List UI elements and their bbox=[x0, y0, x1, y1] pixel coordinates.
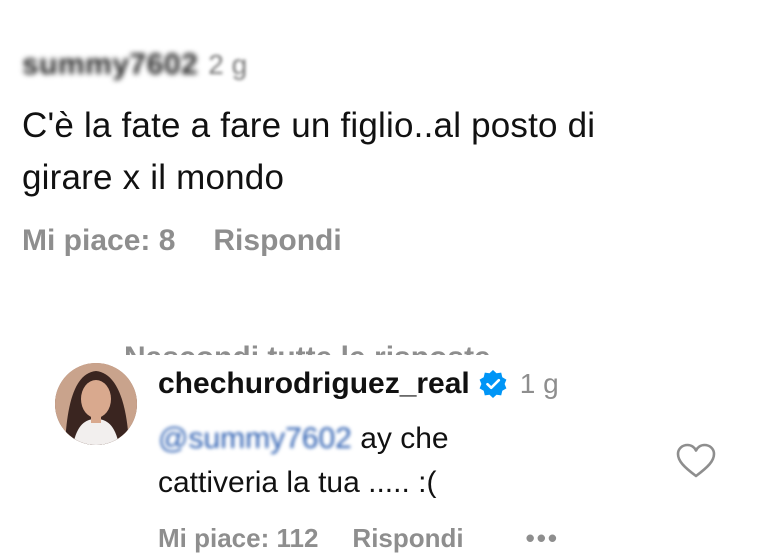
heart-icon[interactable] bbox=[676, 443, 716, 479]
likes-count[interactable]: Mi piace: 8 bbox=[22, 224, 175, 258]
reply-comment: chechurodriguez_real 1 g @summy7602 ay c… bbox=[0, 355, 767, 556]
comments-screen: summy7602 2 g C'è la fate a fare un figl… bbox=[0, 0, 767, 556]
comment-text-line-1: C'è la fate a fare un figlio..al posto d… bbox=[22, 106, 596, 145]
more-options-icon[interactable]: ••• bbox=[526, 523, 559, 554]
reply-text-line-2: cattiveria la tua ..... :( bbox=[158, 466, 437, 499]
comment-header: summy7602 2 g bbox=[22, 48, 752, 92]
comment-text: C'è la fate a fare un figlio..al posto d… bbox=[22, 100, 752, 204]
mention-link[interactable]: @summy7602 bbox=[158, 422, 352, 455]
hide-replies-row[interactable]: Nascondi tutte le risposte bbox=[0, 335, 767, 355]
verified-badge-icon bbox=[478, 369, 508, 399]
parent-comment: summy7602 2 g C'è la fate a fare un figl… bbox=[22, 48, 752, 258]
reply-button[interactable]: Rispondi bbox=[213, 224, 341, 258]
reply-timestamp: 1 g bbox=[519, 368, 559, 399]
reply-text-part-1: ay che bbox=[351, 422, 449, 455]
reply-likes-count[interactable]: Mi piace: 112 bbox=[158, 523, 318, 554]
comment-username[interactable]: summy7602 bbox=[22, 48, 198, 82]
avatar[interactable] bbox=[55, 363, 137, 445]
reply-header: chechurodriguez_real 1 g bbox=[158, 367, 559, 401]
hide-replies-button[interactable]: Nascondi tutte le risposte bbox=[124, 341, 491, 355]
comment-timestamp: 2 g bbox=[208, 49, 248, 80]
reply-actions: Mi piace: 112 Rispondi ••• bbox=[158, 523, 559, 554]
reply-username[interactable]: chechurodriguez_real bbox=[158, 367, 470, 401]
reply-reply-button[interactable]: Rispondi bbox=[352, 523, 463, 554]
reply-text: @summy7602 ay che cattiveria la tua ....… bbox=[158, 417, 628, 505]
avatar-image bbox=[55, 363, 137, 445]
comment-actions: Mi piace: 8 Rispondi bbox=[22, 224, 752, 258]
comment-text-line-2: girare x il mondo bbox=[22, 158, 285, 197]
reply-text-line-1: @summy7602 ay che bbox=[158, 417, 628, 461]
